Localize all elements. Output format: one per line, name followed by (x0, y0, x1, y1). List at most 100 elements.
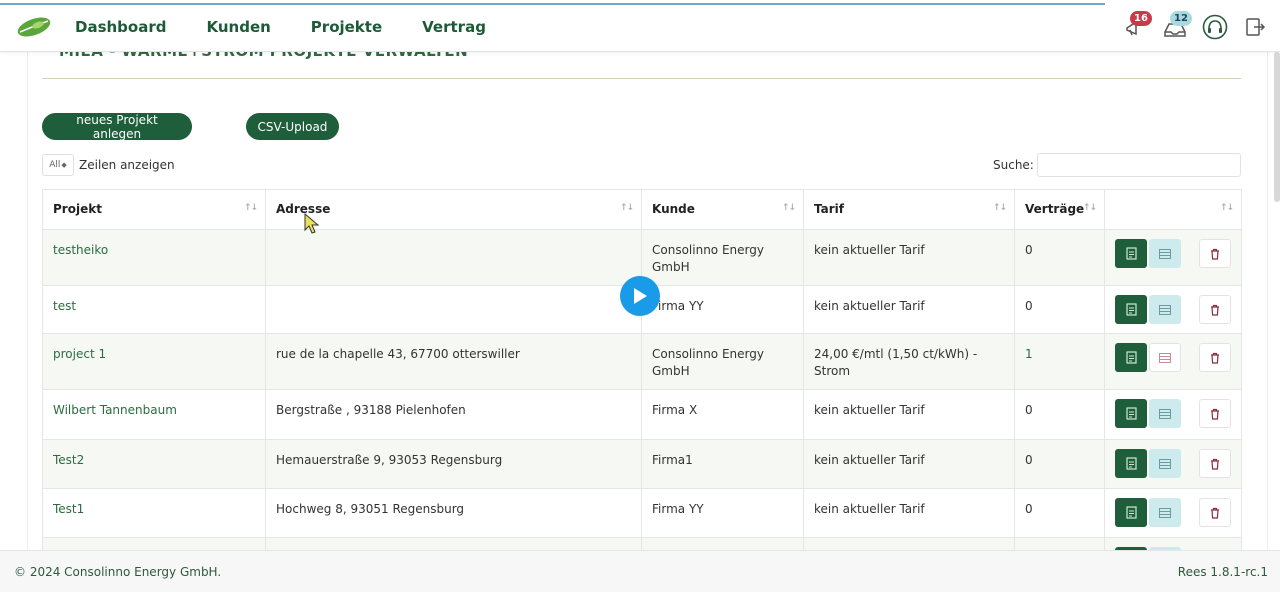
trash-icon (1211, 507, 1219, 519)
sort-icon: ↑↓ (1082, 203, 1097, 213)
project-contracts-button[interactable] (1149, 343, 1181, 372)
delete-project-button[interactable] (1199, 449, 1231, 478)
cell-vertraege: 0 (1014, 439, 1105, 489)
loading-progress-line (0, 3, 1105, 5)
notifications-count-badge: 16 (1130, 11, 1152, 26)
cell-actions (1104, 333, 1242, 390)
project-contracts-button[interactable] (1149, 498, 1181, 527)
main-nav: Dashboard Kunden Projekte Vertrag (75, 18, 486, 36)
cell-projekt[interactable]: Test2 (42, 439, 266, 489)
trash-icon (1211, 458, 1219, 470)
delete-project-button[interactable] (1199, 498, 1231, 527)
chevron-updown-icon: ◆ (61, 161, 67, 169)
logout-button[interactable] (1240, 12, 1270, 42)
cell-tarif: kein aktueller Tarif (803, 285, 1015, 334)
csv-upload-button[interactable]: CSV-Upload (246, 113, 339, 140)
document-icon (1125, 506, 1137, 519)
nav-kunden[interactable]: Kunden (206, 18, 270, 36)
cell-projekt[interactable]: testheiko (42, 229, 266, 286)
play-icon (634, 288, 647, 304)
cell-tarif: 24,00 €/mtl (1,50 ct/kWh) - Strom (803, 333, 1015, 390)
list-icon (1159, 458, 1171, 469)
cell-vertraege: 0 (1014, 285, 1105, 334)
column-header-adresse[interactable]: Adresse ↑↓ (265, 189, 642, 230)
document-icon (1125, 351, 1137, 364)
cell-projekt[interactable]: project 1 (42, 333, 266, 390)
project-contracts-button[interactable] (1149, 295, 1181, 324)
delete-project-button[interactable] (1199, 295, 1231, 324)
cell-actions (1104, 488, 1242, 538)
table-row[interactable]: project 1 rue de la chapelle 43, 67700 ot… (42, 333, 1242, 390)
messages-button[interactable]: 12 (1160, 11, 1192, 42)
column-header-projekt[interactable]: Projekt ↑↓ (42, 189, 266, 230)
column-header-tarif[interactable]: Tarif ↑↓ (803, 189, 1015, 230)
notifications-button[interactable]: 16 (1120, 11, 1152, 42)
cell-projekt[interactable]: Test1 (42, 488, 266, 538)
cell-adresse: rue de la chapelle 43, 67700 otterswille… (265, 333, 642, 390)
cell-tarif: kein aktueller Tarif (803, 229, 1015, 286)
table-row[interactable] (42, 537, 1242, 550)
logout-icon (1246, 18, 1266, 36)
cell-actions (1104, 229, 1242, 286)
project-contracts-button[interactable] (1149, 239, 1181, 268)
search-input[interactable] (1037, 153, 1241, 177)
cell-actions (1104, 285, 1242, 334)
project-contracts-button[interactable] (1149, 449, 1181, 478)
column-header-kunde[interactable]: Kunde ↑↓ (641, 189, 804, 230)
cell-actions (1104, 439, 1242, 489)
headset-icon (1202, 14, 1228, 40)
trash-icon (1211, 408, 1219, 420)
mouse-cursor-icon (304, 213, 320, 234)
delete-project-button[interactable] (1199, 343, 1231, 372)
delete-project-button[interactable] (1199, 239, 1231, 268)
cell-actions (1104, 389, 1242, 440)
table-row[interactable]: Test1 Hochweg 8, 93051 Regensburg Firma YY… (42, 488, 1242, 538)
video-play-button[interactable] (620, 276, 660, 316)
document-icon (1125, 303, 1137, 316)
copyright-text: © 2024 Consolinno Energy GmbH. (14, 565, 222, 579)
table-row[interactable]: Test2 Hemauerstraße 9, 93053 Regensburg Fi… (42, 439, 1242, 489)
project-details-button[interactable] (1115, 399, 1147, 428)
trash-icon (1211, 304, 1219, 316)
list-icon (1159, 304, 1171, 315)
sort-icon: ↑↓ (1219, 203, 1234, 213)
page-scrollbar[interactable] (1274, 52, 1280, 202)
messages-count-badge: 12 (1170, 11, 1192, 26)
document-icon (1125, 457, 1137, 470)
sort-desc-icon: ↑↓ (243, 203, 258, 213)
new-project-button[interactable]: neues Projekt anlegen (42, 113, 192, 141)
column-header-vertraege[interactable]: Verträge ↑↓ (1014, 189, 1105, 230)
project-details-button[interactable] (1115, 343, 1147, 372)
project-details-button[interactable] (1115, 498, 1147, 527)
project-contracts-button[interactable] (1149, 399, 1181, 428)
project-details-button[interactable] (1115, 295, 1147, 324)
rows-length-select[interactable]: All ◆ (42, 154, 74, 176)
nav-vertrag[interactable]: Vertrag (422, 18, 486, 36)
project-details-button[interactable] (1115, 239, 1147, 268)
rows-length-value: All (49, 160, 61, 170)
cell-projekt[interactable]: Wilbert Tannenbaum (42, 389, 266, 440)
version-text: Rees 1.8.1-rc.1 (1177, 565, 1268, 579)
cell-kunde: Firma X (641, 389, 804, 440)
delete-project-button[interactable] (1199, 399, 1231, 428)
cell-adresse: Hochweg 8, 93051 Regensburg (265, 488, 642, 538)
project-details-button[interactable] (1115, 449, 1147, 478)
column-header-actions[interactable]: ↑↓ (1104, 189, 1242, 230)
table-row[interactable]: Wilbert Tannenbaum Bergstraße , 93188 Pie… (42, 389, 1242, 440)
cell-tarif: kein aktueller Tarif (803, 439, 1015, 489)
projects-table: Projekt ↑↓ Adresse ↑↓ Kunde ↑↓ Tarif ↑↓ Vert… (42, 189, 1242, 550)
sort-icon: ↑↓ (781, 203, 796, 213)
cell-adresse (265, 229, 642, 286)
list-icon (1159, 408, 1171, 419)
sort-icon: ↑↓ (619, 203, 634, 213)
cell-vertraege: 0 (1014, 488, 1105, 538)
consolinno-leaf-logo[interactable] (16, 16, 52, 38)
cell-vertraege: 0 (1014, 389, 1105, 440)
cell-kunde: Firma YY (641, 488, 804, 538)
support-button[interactable] (1200, 12, 1230, 42)
cell-vertraege: 1 (1014, 333, 1105, 390)
cell-adresse: Hemauerstraße 9, 93053 Regensburg (265, 439, 642, 489)
nav-dashboard[interactable]: Dashboard (75, 18, 166, 36)
nav-projekte[interactable]: Projekte (311, 18, 382, 36)
cell-projekt[interactable]: test (42, 285, 266, 334)
